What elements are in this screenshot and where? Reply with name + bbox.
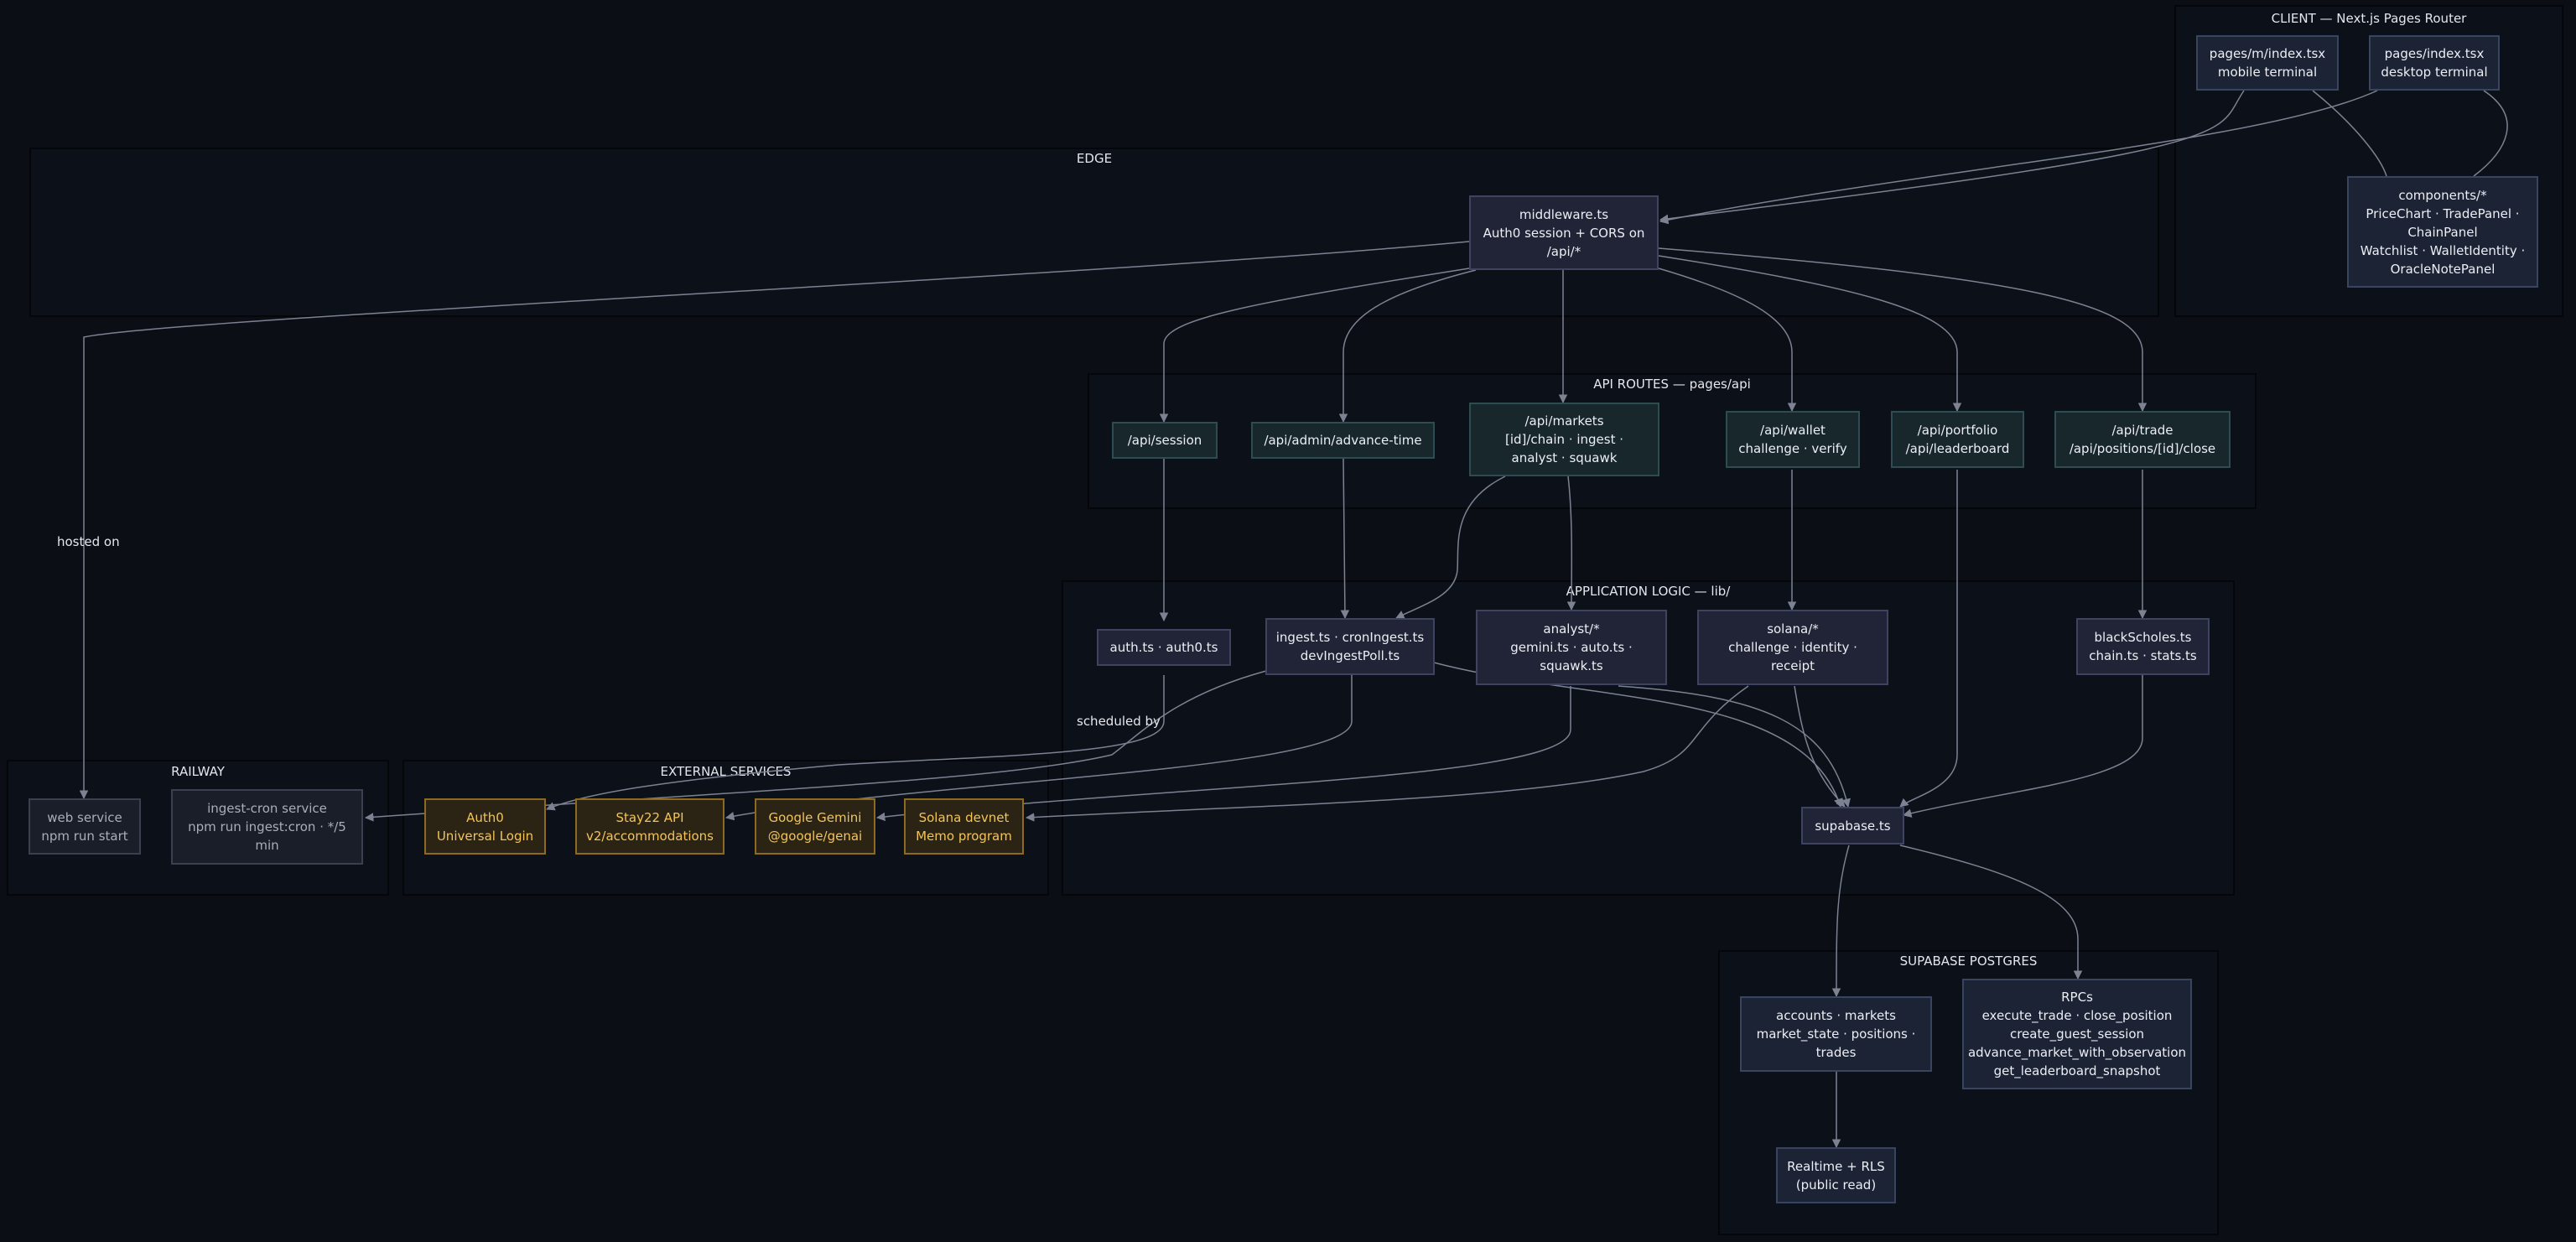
node-realtime[interactable]: Realtime + RLS (public read) bbox=[1776, 1147, 1896, 1203]
node-tables[interactable]: accounts · markets market_state · positi… bbox=[1740, 996, 1932, 1072]
edge-markets-to-ingest bbox=[1395, 475, 1506, 619]
edge-solana-to-supabase bbox=[1794, 685, 1846, 808]
node-rpcs[interactable]: RPCs execute_trade · close_position crea… bbox=[1962, 979, 2192, 1089]
edge-analyst-to-supabase bbox=[1618, 685, 1851, 808]
edge-admin-to-ingest bbox=[1340, 458, 1350, 620]
node-web-service[interactable]: web service npm run start bbox=[29, 798, 141, 855]
edge-middleware-to-wallet bbox=[1658, 268, 1797, 413]
node-supabase-ts[interactable]: supabase.ts bbox=[1801, 807, 1904, 844]
node-api-admin[interactable]: /api/admin/advance-time bbox=[1251, 422, 1435, 459]
node-ingest[interactable]: ingest.ts · cronIngest.ts devIngestPoll.… bbox=[1265, 618, 1435, 675]
edge-middleware-to-portfolio bbox=[1658, 255, 1962, 413]
edge-solana-to-devnet bbox=[1025, 685, 1749, 822]
node-components[interactable]: components/* PriceChart · TradePanel · C… bbox=[2347, 176, 2538, 288]
edge-label-scheduled-by: scheduled by bbox=[1077, 714, 1161, 729]
edge-middleware-to-session bbox=[1159, 268, 1470, 424]
edge-supabase-to-rpcs bbox=[1899, 844, 2083, 980]
node-api-markets[interactable]: /api/markets [id]/chain · ingest · analy… bbox=[1469, 403, 1659, 476]
edge-middleware-to-admin bbox=[1338, 269, 1477, 424]
node-middleware[interactable]: middleware.ts Auth0 session + CORS on /a… bbox=[1469, 195, 1659, 270]
edge-desktop-to-middleware bbox=[1659, 90, 2378, 225]
node-api-trade[interactable]: /api/trade /api/positions/[id]/close bbox=[2054, 411, 2231, 468]
edge-portfolio-to-supabase bbox=[1899, 470, 1958, 808]
edge-supabase-to-tables bbox=[1831, 844, 1850, 998]
node-gemini[interactable]: Google Gemini @google/genai bbox=[755, 798, 875, 855]
node-api-wallet[interactable]: /api/wallet challenge · verify bbox=[1726, 411, 1860, 468]
edge-middleware-to-web bbox=[79, 241, 1470, 800]
node-blackscholes[interactable]: blackScholes.ts chain.ts · stats.ts bbox=[2076, 618, 2210, 675]
edge-ingest-to-stay22 bbox=[724, 675, 1353, 821]
node-pages-desktop[interactable]: pages/index.tsx desktop terminal bbox=[2369, 35, 2500, 91]
node-pages-mobile[interactable]: pages/m/index.tsx mobile terminal bbox=[2196, 35, 2339, 91]
node-api-portfolio[interactable]: /api/portfolio /api/leaderboard bbox=[1891, 411, 2024, 468]
edge-desktop-to-components bbox=[2473, 90, 2508, 177]
node-analyst[interactable]: analyst/* gemini.ts · auto.ts · squawk.t… bbox=[1476, 610, 1667, 685]
node-solana[interactable]: solana/* challenge · identity · receipt bbox=[1697, 610, 1888, 685]
edge-auth-to-auth0 bbox=[546, 675, 1165, 811]
node-auth0[interactable]: Auth0 Universal Login bbox=[424, 798, 546, 855]
edge-mobile-to-middleware bbox=[1659, 90, 2245, 224]
node-auth[interactable]: auth.ts · auth0.ts bbox=[1097, 629, 1231, 666]
node-stay22[interactable]: Stay22 API v2/accommodations bbox=[575, 798, 724, 855]
node-cron-service[interactable]: ingest-cron service npm run ingest:cron … bbox=[171, 789, 363, 865]
edge-middleware-to-trade bbox=[1658, 247, 2148, 413]
edge-mobile-to-components bbox=[2312, 90, 2387, 177]
node-api-session[interactable]: /api/session bbox=[1112, 422, 1218, 459]
edge-label-hosted-on: hosted on bbox=[57, 534, 120, 549]
edge-blackscholes-to-supabase bbox=[1902, 675, 2143, 818]
edge-markets-to-analyst bbox=[1566, 475, 1576, 611]
node-solana-devnet[interactable]: Solana devnet Memo program bbox=[904, 798, 1024, 855]
